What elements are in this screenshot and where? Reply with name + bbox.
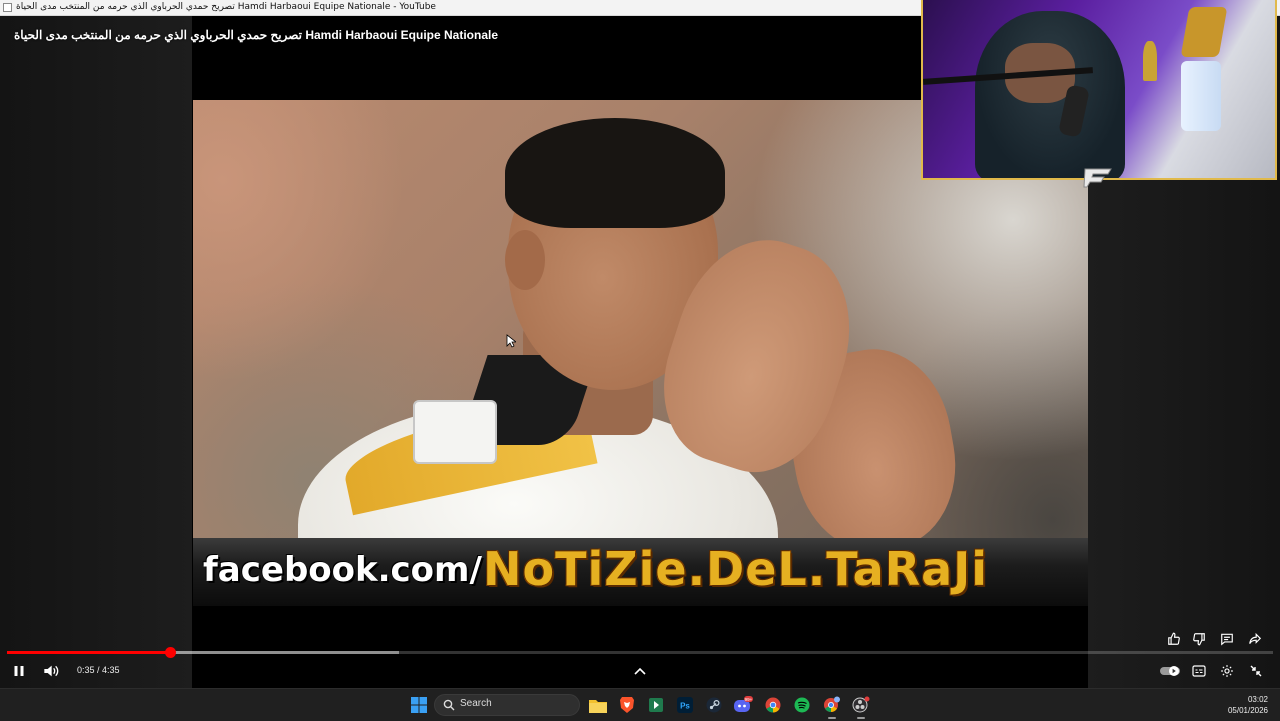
discord-icon[interactable]: 99+ [733,695,753,715]
search-icon [443,699,455,711]
exit-fullscreen-icon [1250,665,1262,677]
windows-start-icon[interactable] [409,695,429,715]
chrome-icon[interactable] [763,695,783,715]
chrome-active-indicator [828,717,836,719]
svg-text:Ps: Ps [680,702,690,711]
volume-button[interactable] [40,660,62,682]
video-title: تصريح حمدي الحرباوي الذي حرمه من المنتخب… [14,28,499,42]
file-explorer-icon[interactable] [588,695,608,715]
download-app-icon[interactable] [646,695,666,715]
mouse-cursor-icon [506,334,516,348]
dislike-icon[interactable] [1188,628,1210,650]
window-title: تصريح حمدي الحرباوي الذي حرمه من المنتخب… [16,2,436,12]
wall-logo [1180,7,1228,57]
player-hair [505,118,725,228]
comments-icon[interactable] [1216,628,1238,650]
autoplay-icon [1160,666,1180,676]
stream-overlay-logo [1083,168,1112,188]
overlay-facebook-prefix: facebook.com/ [203,550,482,590]
system-clock[interactable]: 03:02 05/01/2026 [1228,694,1268,716]
taskbar-search[interactable]: Search [434,694,580,716]
share-icon[interactable] [1244,628,1266,650]
time-display: 0:35 / 4:35 [77,665,120,675]
like-icon[interactable] [1163,628,1185,650]
chevron-up-button[interactable] [629,660,651,682]
obs-icon[interactable] [851,695,871,719]
clock-date: 05/01/2026 [1227,706,1268,715]
brave-browser-icon[interactable] [617,695,637,715]
captions-icon [1192,665,1206,677]
overlay-page-name: NoTiZie.DeL.TaRaJi [483,542,989,596]
obs-active-indicator [857,717,865,719]
volume-icon [44,665,59,677]
spotify-icon[interactable] [792,695,812,715]
chrome-profile-icon[interactable] [822,695,842,719]
photoshop-icon[interactable]: Ps [675,695,695,715]
chevron-up-icon [634,667,646,675]
progress-played [7,651,170,654]
progress-scrubber[interactable] [164,647,176,658]
player-ear [505,230,545,290]
trophy [1143,41,1157,81]
exit-fullscreen-button[interactable] [1245,660,1267,682]
autoplay-toggle[interactable] [1158,660,1182,682]
webcam-overlay [921,0,1277,180]
settings-icon [1221,665,1233,677]
progress-bar[interactable] [7,647,1273,658]
taskbar: Search Ps 99+ 03:02 05/01/2026 [0,688,1280,721]
svg-text:99+: 99+ [745,697,753,702]
steam-icon[interactable] [704,695,724,715]
player-pillarbox-left [0,16,192,688]
browser-page-icon [3,3,12,12]
search-label: Search [460,698,492,709]
water-bottles [1181,61,1221,131]
clock-time: 03:02 [1247,695,1268,704]
shirt-sponsor-badge [413,400,497,464]
pause-button[interactable] [8,660,30,682]
captions-button[interactable] [1188,660,1210,682]
settings-button[interactable] [1216,660,1238,682]
video-overlay-banner: facebook.com/ NoTiZie.DeL.TaRaJi [193,538,1088,606]
pause-icon [14,666,24,676]
